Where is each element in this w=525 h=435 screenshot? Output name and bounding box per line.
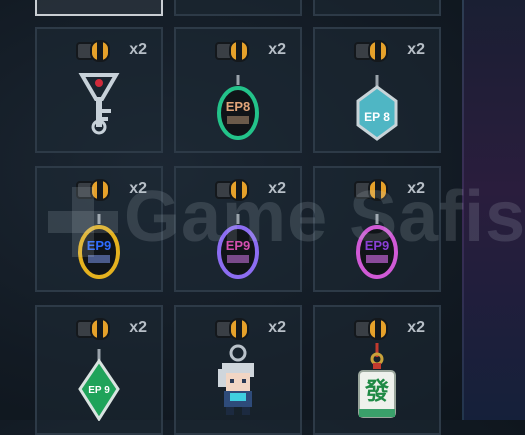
clip-icon	[354, 179, 388, 201]
quantity-label: x2	[268, 319, 286, 336]
charm-label: EP9	[365, 238, 390, 253]
charm-label: EP9	[87, 238, 112, 253]
quantity-label: x2	[268, 41, 286, 58]
ep9-pink-charm-icon: EP9	[356, 214, 398, 279]
quantity-label: x2	[407, 319, 425, 336]
inventory-slot-mahjong-tile-charm[interactable]: x2 發	[313, 305, 441, 435]
charm-label: EP 8	[364, 110, 390, 124]
ep9-purple-charm-icon: EP9	[217, 214, 259, 279]
clip-icon	[76, 318, 110, 340]
inventory-slot-ep8-teal-hex-charm[interactable]: x2 EP 8	[313, 27, 441, 153]
quantity-label: x2	[268, 180, 286, 197]
ep8-teal-hex-charm-icon: EP 8	[356, 75, 398, 141]
inventory-slot-ep9-green-diamond-charm[interactable]: x2 EP 9	[35, 305, 163, 435]
clip-icon	[215, 179, 249, 201]
clip-icon	[215, 40, 249, 62]
inventory-slot-selected-partial[interactable]	[35, 0, 163, 16]
inventory-slot-pixel-character-charm[interactable]: x2	[174, 305, 302, 435]
clip-icon	[354, 40, 388, 62]
charm-label: EP9	[226, 238, 251, 253]
pixel-character-charm-icon	[218, 344, 254, 415]
quantity-label: x2	[129, 319, 147, 336]
inventory-slot-ep9-yellow-charm[interactable]: x2 EP9	[35, 166, 163, 292]
inventory-slot-partial[interactable]	[313, 0, 441, 16]
charm-label: EP 9	[88, 385, 110, 396]
clip-icon	[215, 318, 249, 340]
quantity-label: x2	[407, 41, 425, 58]
charm-label: EP8	[226, 99, 251, 114]
key-charm-icon	[78, 73, 120, 135]
inventory-slot-partial[interactable]	[174, 0, 302, 16]
inventory-slot-ep8-green-charm[interactable]: x2 EP8	[174, 27, 302, 153]
inventory-slot-ep9-pink-charm[interactable]: x2 EP9	[313, 166, 441, 292]
ep9-yellow-charm-icon: EP9	[78, 214, 120, 279]
mahjong-tile-charm-icon: 發	[358, 343, 396, 418]
clip-icon	[354, 318, 388, 340]
quantity-label: x2	[129, 41, 147, 58]
inventory-slot-key-charm[interactable]: x2	[35, 27, 163, 153]
charm-inventory-grid: x2 x2 EP8 x2 EP 8 x2 EP9 x2 EP9 x2 EP9 x…	[0, 0, 525, 435]
inventory-slot-ep9-purple-charm[interactable]: x2 EP9	[174, 166, 302, 292]
quantity-label: x2	[407, 180, 425, 197]
clip-icon	[76, 179, 110, 201]
ep9-green-diamond-charm-icon: EP 9	[78, 349, 120, 421]
quantity-label: x2	[129, 180, 147, 197]
ep8-green-charm-icon: EP8	[217, 75, 259, 140]
clip-icon	[76, 40, 110, 62]
charm-label: 發	[364, 377, 389, 405]
